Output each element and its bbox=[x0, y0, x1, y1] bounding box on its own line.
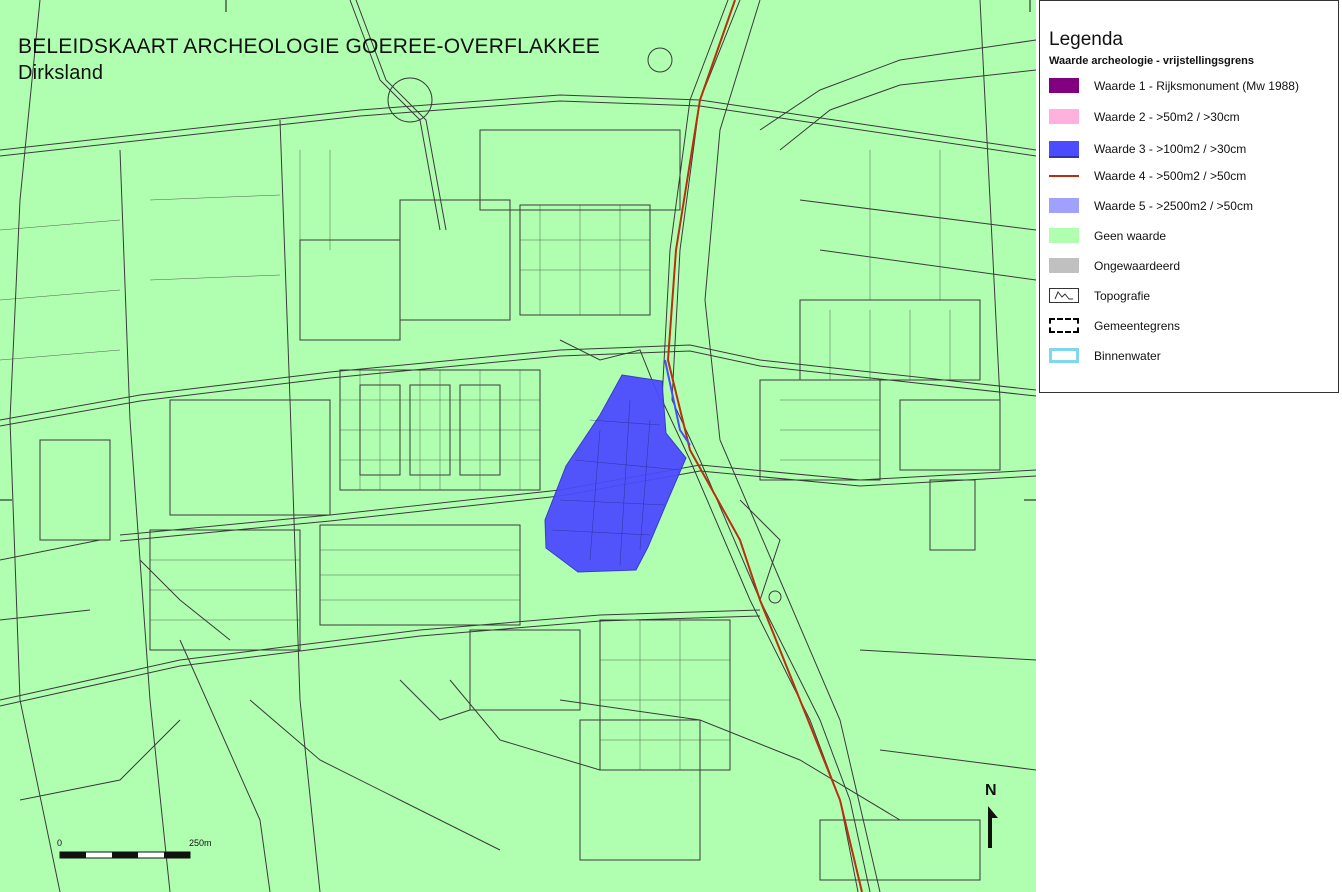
waarde-3-area bbox=[544, 374, 687, 573]
scale-bar bbox=[59, 851, 191, 859]
scale-end-label: 250m bbox=[189, 838, 212, 848]
geen-waarde-swatch bbox=[1049, 228, 1079, 243]
waarde-4-line-swatch bbox=[1049, 175, 1079, 177]
legend-item-waarde-2: Waarde 2 - >50m2 / >30cm bbox=[1049, 107, 1334, 127]
legend-label: Waarde 3 - >100m2 / >30cm bbox=[1094, 142, 1247, 156]
legend-label: Geen waarde bbox=[1094, 229, 1167, 243]
topography-icon bbox=[1049, 288, 1079, 303]
legend-item-waarde-5: Waarde 5 - >2500m2 / >50cm bbox=[1049, 196, 1334, 216]
binnenwater-swatch bbox=[1049, 348, 1079, 363]
waarde-2-swatch bbox=[1049, 109, 1079, 124]
legend-label: Binnenwater bbox=[1094, 349, 1161, 363]
map-canvas[interactable]: BELEIDSKAART ARCHEOLOGIE GOEREE-OVERFLAK… bbox=[0, 0, 1036, 892]
legend-subtitle: Waarde archeologie - vrijstellingsgrens bbox=[1049, 55, 1254, 67]
ongewaardeerd-swatch bbox=[1049, 258, 1079, 273]
legend-item-waarde-1: Waarde 1 - Rijksmonument (Mw 1988) bbox=[1049, 76, 1334, 96]
legend-item-binnenwater: Binnenwater bbox=[1049, 346, 1334, 366]
legend-label: Waarde 1 - Rijksmonument (Mw 1988) bbox=[1094, 79, 1299, 93]
gemeentegrens-swatch bbox=[1049, 318, 1079, 333]
legend-title: Legenda bbox=[1049, 29, 1123, 50]
legend-label: Waarde 5 - >2500m2 / >50cm bbox=[1094, 199, 1253, 213]
waarde-4-line bbox=[666, 0, 863, 892]
map-subtitle: Dirksland bbox=[18, 62, 104, 84]
north-label: N bbox=[985, 782, 997, 799]
legend-label: Waarde 4 - >500m2 / >50cm bbox=[1094, 169, 1247, 183]
north-arrow-icon bbox=[988, 806, 998, 848]
map-linework bbox=[0, 0, 1036, 892]
map-title-text: BELEIDSKAART ARCHEOLOGIE GOEREE-OVERFLAK… bbox=[18, 35, 601, 58]
waarde-5-swatch bbox=[1049, 198, 1079, 213]
legend-item-topografie: Topografie bbox=[1049, 286, 1334, 306]
legend-label: Topografie bbox=[1094, 289, 1151, 303]
scale-start-label: 0 bbox=[57, 838, 63, 848]
waarde-1-swatch bbox=[1049, 78, 1079, 93]
waarde-3-swatch bbox=[1049, 141, 1079, 158]
legend-item-geen-waarde: Geen waarde bbox=[1049, 226, 1334, 246]
north-arrow: N bbox=[982, 782, 1004, 852]
legend-item-waarde-4: Waarde 4 - >500m2 / >50cm bbox=[1049, 166, 1334, 186]
legend-label: Gemeentegrens bbox=[1094, 319, 1181, 333]
legend-item-waarde-3: Waarde 3 - >100m2 / >30cm bbox=[1049, 139, 1334, 159]
legend-label: Ongewaardeerd bbox=[1094, 259, 1181, 273]
legend-item-gemeentegrens: Gemeentegrens bbox=[1049, 316, 1334, 336]
legend-item-ongewaardeerd: Ongewaardeerd bbox=[1049, 256, 1334, 276]
map-title: BELEIDSKAART ARCHEOLOGIE GOEREE-OVERFLAK… bbox=[18, 34, 600, 86]
legend-label: Waarde 2 - >50m2 / >30cm bbox=[1094, 110, 1240, 124]
legend-panel: Legenda Waarde archeologie - vrijstellin… bbox=[1039, 0, 1339, 393]
